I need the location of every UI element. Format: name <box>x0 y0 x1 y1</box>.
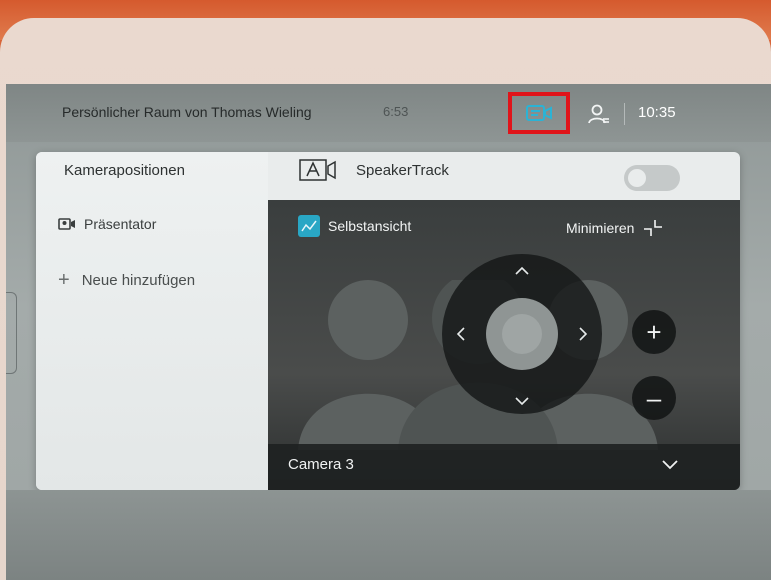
plus-icon: + <box>58 269 70 291</box>
add-preset-label: Neue hinzufügen <box>81 271 196 289</box>
dpad-center <box>486 298 558 370</box>
preset-presenter-label: Präsentator <box>84 216 157 232</box>
selfview-label: Selbstansicht <box>328 218 412 234</box>
zoom-in-button[interactable]: + <box>632 310 676 354</box>
selfview-toggle[interactable]: Selbstansicht <box>298 215 411 237</box>
camera-controls-button[interactable] <box>508 92 570 134</box>
screen-bottom-area <box>6 490 771 580</box>
camera-presets-column: Kamerapositionen Präsentator + Neue hinz… <box>36 152 268 490</box>
camera-control-panel: Kamerapositionen Präsentator + Neue hinz… <box>36 152 740 490</box>
clock: 10:35 <box>638 104 676 121</box>
speakertrack-label: SpeakerTrack <box>356 161 449 179</box>
pan-right-button[interactable] <box>578 326 588 346</box>
pan-tilt-dpad <box>442 254 602 414</box>
toggle-knob <box>628 169 646 187</box>
minimize-label: Minimieren <box>566 220 635 236</box>
minimize-button[interactable]: Minimieren <box>566 218 664 238</box>
speakertrack-icon <box>299 159 336 181</box>
status-divider <box>624 103 625 125</box>
selfview-checkbox-icon <box>298 215 320 237</box>
touch-screen: Persönlicher Raum von Thomas Wieling 6:5… <box>6 84 771 580</box>
selfview-area: Selbstansicht Minimieren + – Camera 3 <box>268 200 740 490</box>
room-title: Persönlicher Raum von Thomas Wieling <box>62 104 312 120</box>
camera-presence-icon <box>526 105 552 121</box>
chevron-down-icon <box>662 460 678 470</box>
status-bar: Persönlicher Raum von Thomas Wieling 6:5… <box>6 84 771 142</box>
speakertrack-toggle[interactable] <box>624 165 680 191</box>
add-preset-button[interactable]: + Neue hinzufügen <box>58 270 195 290</box>
presets-heading: Kamerapositionen <box>64 162 185 179</box>
presenter-icon <box>58 218 75 230</box>
preset-presenter[interactable]: Präsentator <box>58 216 156 232</box>
camera-selector[interactable]: Camera 3 <box>268 444 740 490</box>
zoom-out-button[interactable]: – <box>632 376 676 420</box>
camera-name: Camera 3 <box>288 456 354 473</box>
tilt-down-button[interactable] <box>514 394 530 410</box>
minimize-icon <box>644 220 663 236</box>
user-icon[interactable] <box>588 104 610 124</box>
tilt-up-button[interactable] <box>514 264 530 280</box>
background-card-edge <box>6 292 17 374</box>
pan-left-button[interactable] <box>456 326 466 346</box>
speakertrack-row: SpeakerTrack <box>298 158 449 182</box>
call-timer: 6:53 <box>383 104 409 119</box>
